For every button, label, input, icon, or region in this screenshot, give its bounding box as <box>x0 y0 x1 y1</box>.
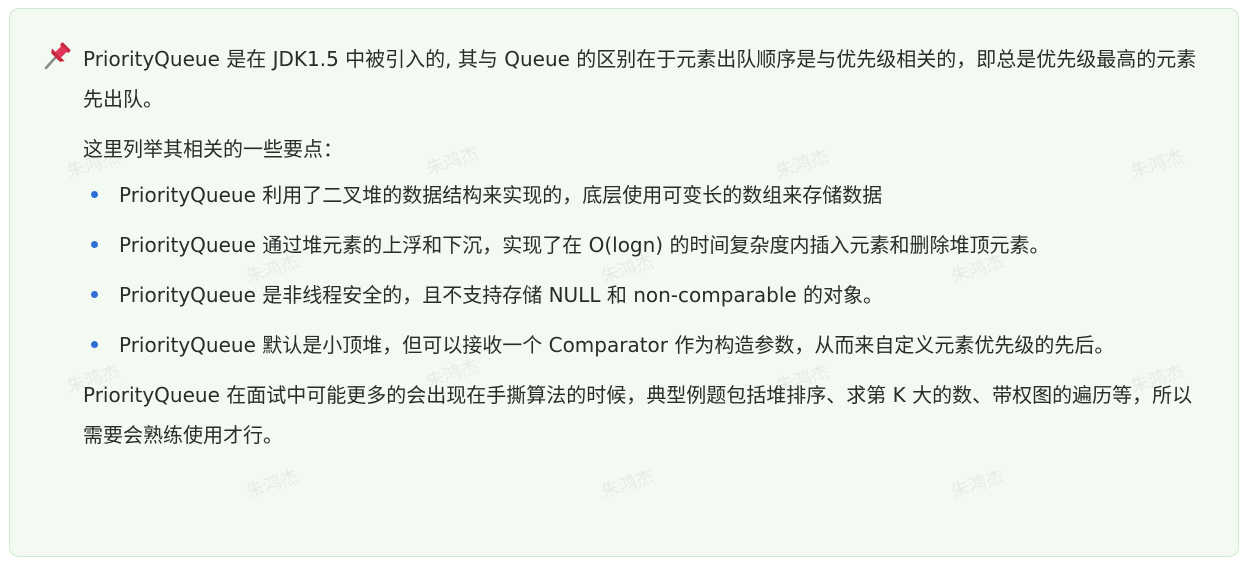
pushpin-icon <box>44 42 71 70</box>
list-item: PriorityQueue 是非线程安全的，且不支持存储 NULL 和 non-… <box>83 275 1208 315</box>
bullet-dot <box>91 191 98 198</box>
closing-paragraph: PriorityQueue 在面试中可能更多的会出现在手撕算法的时候，典型例题包… <box>83 383 1193 447</box>
intro-paragraph: PriorityQueue 是在 JDK1.5 中被引入的, 其与 Queue … <box>83 47 1197 111</box>
bullet-dot <box>91 241 98 248</box>
list-item-text: PriorityQueue 默认是小顶堆，但可以接收一个 Comparator … <box>119 333 1115 357</box>
list-item-text: PriorityQueue 通过堆元素的上浮和下沉，实现了在 O(logn) 的… <box>119 233 1050 257</box>
callout-content: PriorityQueue 是在 JDK1.5 中被引入的, 其与 Queue … <box>83 39 1208 455</box>
list-item: PriorityQueue 通过堆元素的上浮和下沉，实现了在 O(logn) 的… <box>83 225 1208 265</box>
bullet-dot <box>91 291 98 298</box>
list-item: PriorityQueue 默认是小顶堆，但可以接收一个 Comparator … <box>83 325 1208 365</box>
list-item: PriorityQueue 利用了二叉堆的数据结构来实现的，底层使用可变长的数组… <box>83 175 1208 215</box>
list-item-text: PriorityQueue 利用了二叉堆的数据结构来实现的，底层使用可变长的数组… <box>119 183 883 207</box>
list-item-text: PriorityQueue 是非线程安全的，且不支持存储 NULL 和 non-… <box>119 283 884 307</box>
key-points-list: PriorityQueue 利用了二叉堆的数据结构来实现的，底层使用可变长的数组… <box>83 175 1208 365</box>
lead-paragraph: 这里列举其相关的一些要点： <box>83 137 343 161</box>
bullet-dot <box>91 341 98 348</box>
tip-callout: PriorityQueue 是在 JDK1.5 中被引入的, 其与 Queue … <box>9 8 1239 557</box>
